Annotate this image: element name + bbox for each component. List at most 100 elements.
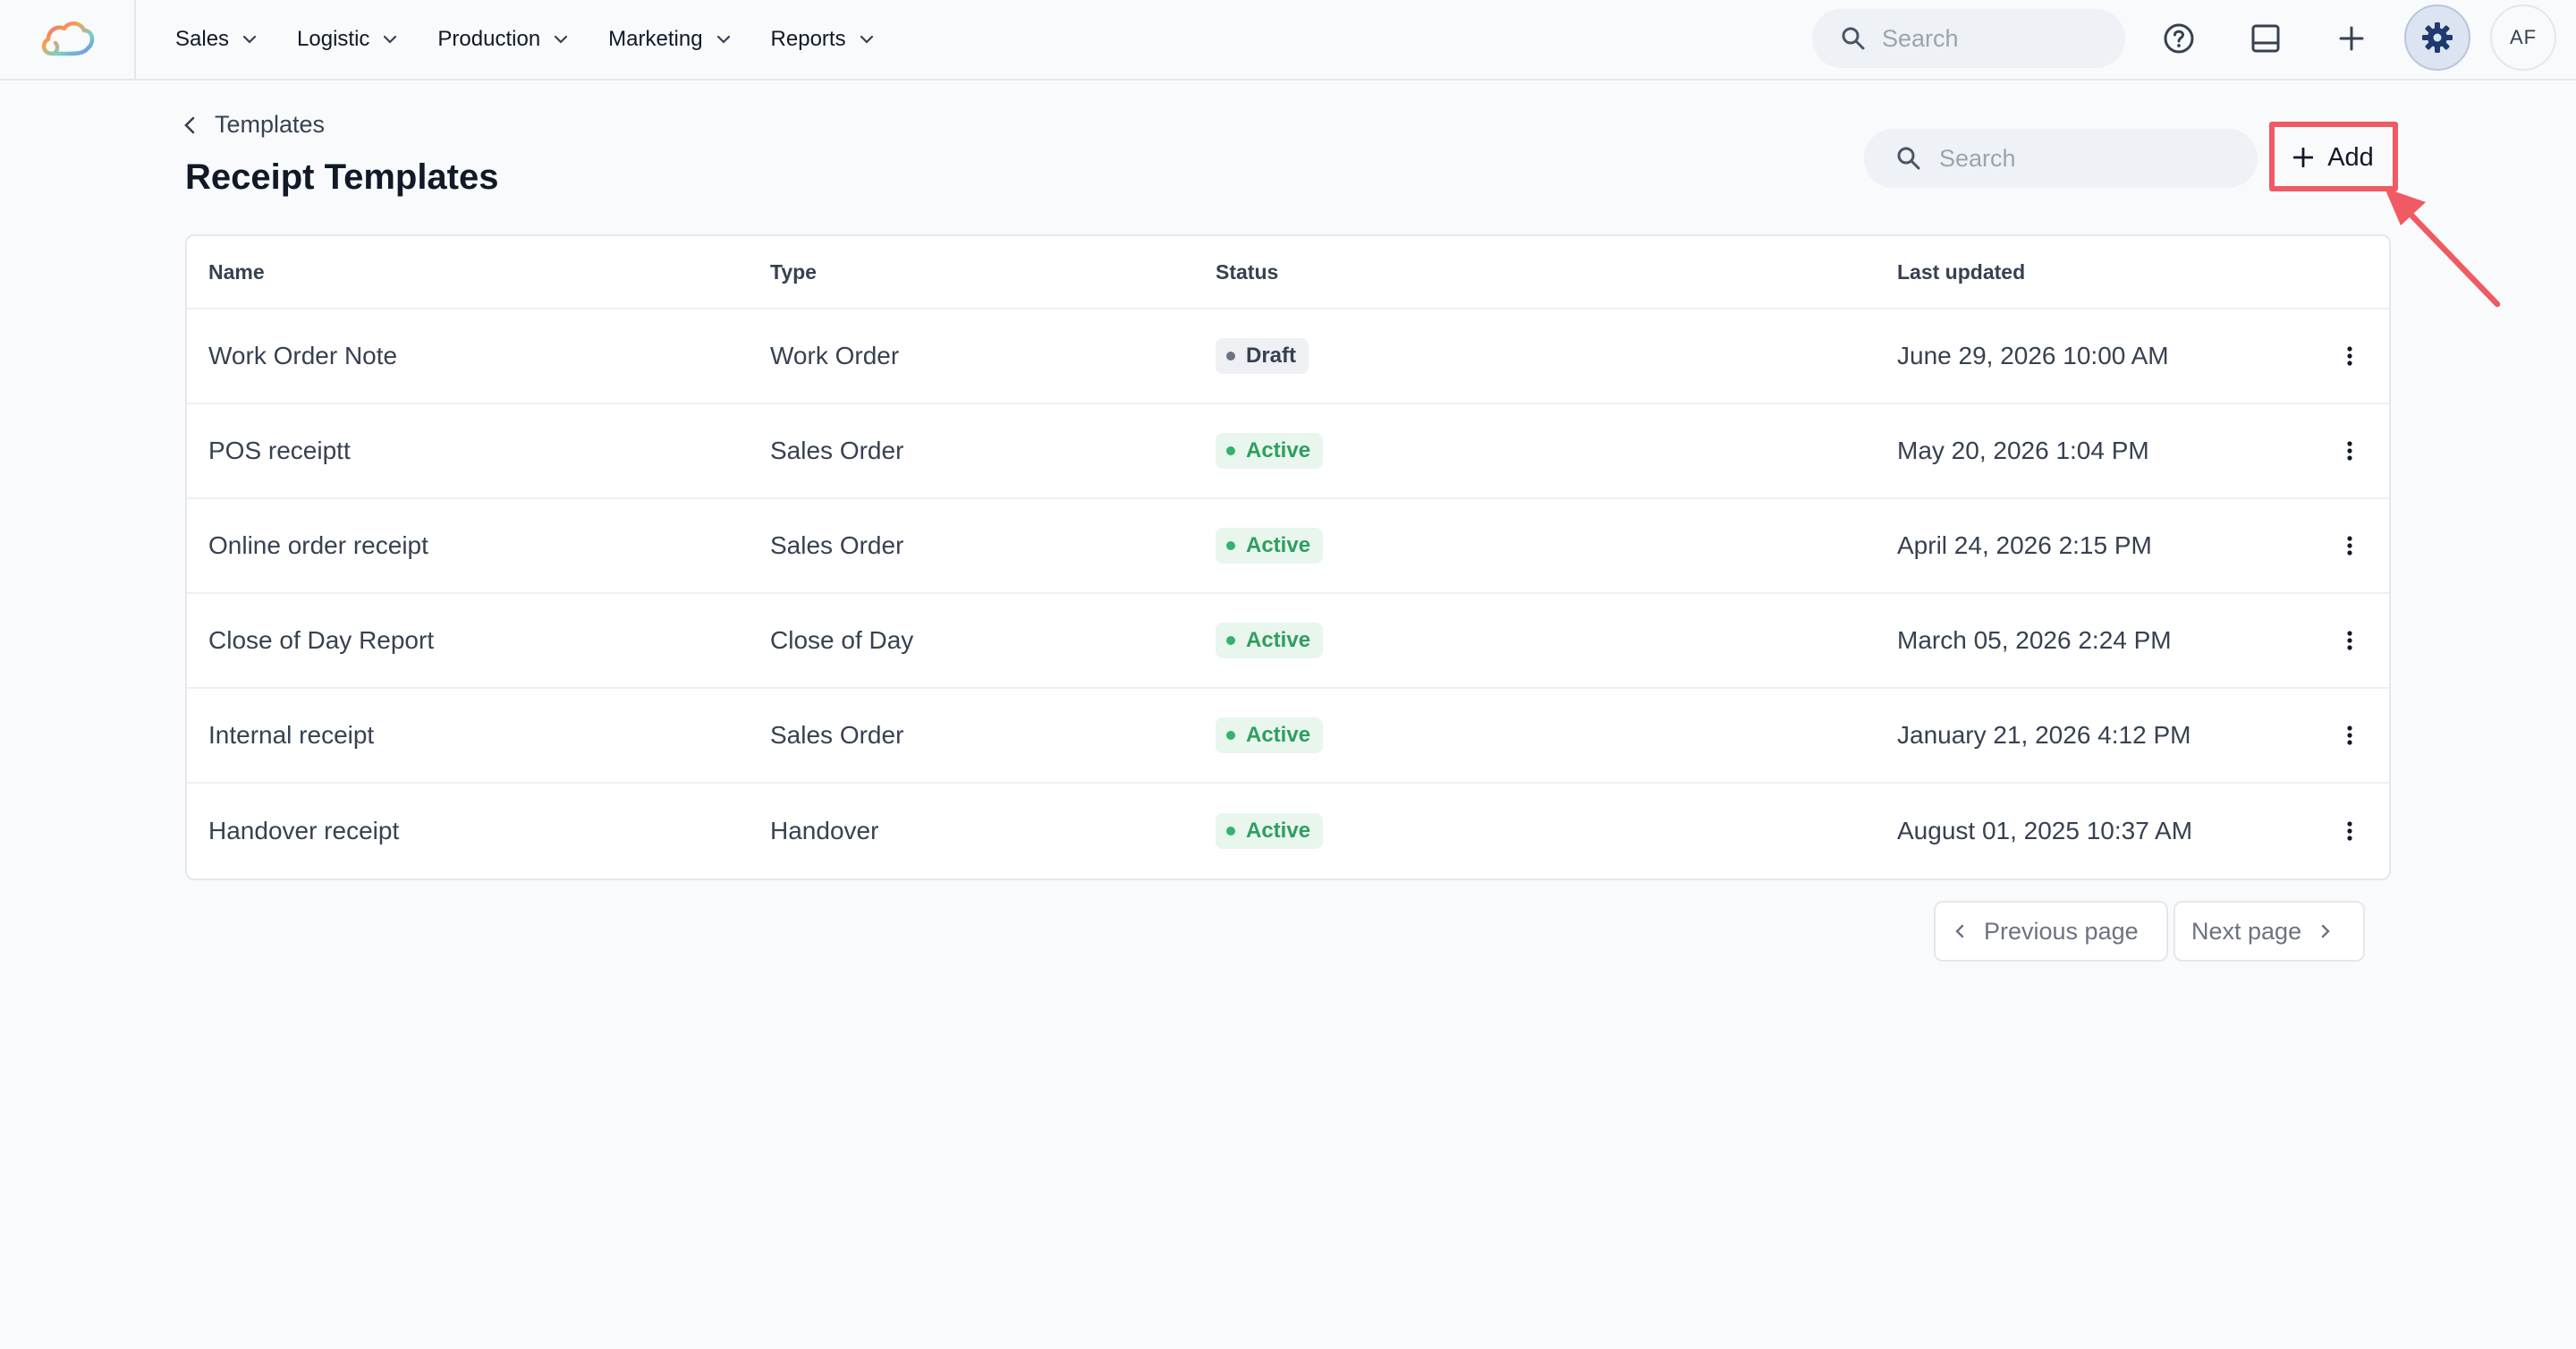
column-header-type[interactable]: Type xyxy=(770,260,817,284)
page-title: Receipt Templates xyxy=(185,157,499,197)
gear-icon xyxy=(2422,22,2453,53)
last-updated: June 29, 2026 10:00 AM xyxy=(1897,342,2169,369)
table-row[interactable]: Handover receipt Handover Active August … xyxy=(187,784,2389,878)
chevron-left-icon xyxy=(184,116,195,133)
row-actions-button[interactable] xyxy=(2332,717,2368,753)
create-button[interactable] xyxy=(2329,16,2374,61)
pagination: Previous page Next page xyxy=(1934,901,2365,962)
status-label: Active xyxy=(1246,438,1311,462)
last-updated: May 20, 2026 1:04 PM xyxy=(1897,437,2149,464)
status-badge: Draft xyxy=(1216,338,1309,374)
nav-production[interactable]: Production xyxy=(437,27,568,52)
table-header: Name Type Status Last updated xyxy=(187,236,2389,310)
last-updated: January 21, 2026 4:12 PM xyxy=(1897,721,2191,749)
chevron-down-icon xyxy=(860,35,873,44)
chevron-down-icon xyxy=(243,35,257,44)
annotation-arrow xyxy=(2385,188,2501,308)
template-name[interactable]: Work Order Note xyxy=(208,342,397,370)
main-menu: Sales Logistic Production Marketing Repo… xyxy=(175,27,914,52)
table-row[interactable]: Online order receipt Sales Order Active … xyxy=(187,499,2389,594)
status-badge: Active xyxy=(1216,433,1324,469)
nav-reports-label: Reports xyxy=(770,27,846,51)
breadcrumb-label: Templates xyxy=(215,111,326,138)
row-actions-button[interactable] xyxy=(2332,433,2368,469)
inbox-icon xyxy=(2251,24,2280,53)
status-dot xyxy=(1226,827,1235,836)
column-header-last-updated[interactable]: Last updated xyxy=(1897,260,2025,284)
previous-page-label: Previous page xyxy=(1984,917,2139,945)
app-logo[interactable] xyxy=(0,0,136,79)
nav-reports[interactable]: Reports xyxy=(771,27,873,52)
table-row[interactable]: Internal receipt Sales Order Active Janu… xyxy=(187,689,2389,784)
status-dot xyxy=(1226,352,1235,361)
user-avatar[interactable]: AF xyxy=(2490,4,2556,71)
global-search-input[interactable] xyxy=(1882,24,2097,53)
template-type: Work Order xyxy=(770,342,900,369)
nav-sales-label: Sales xyxy=(175,27,230,51)
status-dot xyxy=(1226,636,1235,645)
template-type: Sales Order xyxy=(770,531,904,559)
top-navigation-bar: Sales Logistic Production Marketing Repo… xyxy=(0,0,2576,81)
global-search[interactable] xyxy=(1812,9,2125,68)
row-actions-button[interactable] xyxy=(2332,528,2368,564)
template-type: Sales Order xyxy=(770,721,904,749)
template-search[interactable] xyxy=(1864,129,2258,188)
previous-page-button[interactable]: Previous page xyxy=(1934,901,2168,962)
help-button[interactable] xyxy=(2157,16,2201,61)
row-actions-button[interactable] xyxy=(2332,338,2368,374)
nav-marketing[interactable]: Marketing xyxy=(608,27,730,52)
status-badge: Active xyxy=(1216,528,1324,564)
status-badge: Active xyxy=(1216,813,1324,849)
template-name[interactable]: POS receiptt xyxy=(208,437,351,465)
nav-production-label: Production xyxy=(437,27,541,51)
search-icon xyxy=(1842,27,1865,50)
status-badge: Active xyxy=(1216,623,1324,658)
more-vertical-icon xyxy=(2347,821,2352,841)
templates-table: Name Type Status Last updated Work Order… xyxy=(185,234,2391,880)
template-name[interactable]: Close of Day Report xyxy=(208,626,434,655)
chevron-down-icon xyxy=(555,35,568,44)
last-updated: March 05, 2026 2:24 PM xyxy=(1897,626,2172,654)
nav-sales[interactable]: Sales xyxy=(175,27,257,52)
back-to-templates-link[interactable]: Templates xyxy=(184,111,325,139)
template-name[interactable]: Handover receipt xyxy=(208,817,399,845)
last-updated: April 24, 2026 2:15 PM xyxy=(1897,531,2152,559)
row-actions-button[interactable] xyxy=(2332,623,2368,658)
add-template-button[interactable]: Add xyxy=(2283,134,2385,181)
add-button-label: Add xyxy=(2327,142,2374,172)
more-vertical-icon xyxy=(2347,346,2352,366)
more-vertical-icon xyxy=(2347,725,2352,745)
settings-button[interactable] xyxy=(2404,4,2470,71)
status-dot xyxy=(1226,446,1235,455)
template-name[interactable]: Online order receipt xyxy=(208,531,428,560)
chevron-down-icon xyxy=(716,35,730,44)
more-vertical-icon xyxy=(2347,536,2352,556)
nav-marketing-label: Marketing xyxy=(608,27,703,51)
chevron-right-icon xyxy=(2321,924,2330,938)
table-row[interactable]: Work Order Note Work Order Draft June 29… xyxy=(187,310,2389,404)
next-page-label: Next page xyxy=(2191,917,2302,945)
template-type: Handover xyxy=(770,817,879,844)
inbox-button[interactable] xyxy=(2243,16,2288,61)
chevron-down-icon xyxy=(384,35,397,44)
template-search-input[interactable] xyxy=(1939,144,2225,173)
status-label: Active xyxy=(1246,819,1311,843)
next-page-button[interactable]: Next page xyxy=(2174,901,2365,962)
nav-logistic[interactable]: Logistic xyxy=(297,27,397,52)
table-row[interactable]: Close of Day Report Close of Day Active … xyxy=(187,594,2389,689)
row-actions-button[interactable] xyxy=(2332,813,2368,849)
search-icon xyxy=(1897,147,1920,170)
status-label: Active xyxy=(1246,723,1311,747)
cloud-logo-icon xyxy=(41,21,95,56)
template-name[interactable]: Internal receipt xyxy=(208,721,374,750)
status-label: Active xyxy=(1246,628,1311,652)
table-row[interactable]: POS receiptt Sales Order Active May 20, … xyxy=(187,404,2389,499)
column-header-name[interactable]: Name xyxy=(208,260,265,284)
more-vertical-icon xyxy=(2347,631,2352,650)
chevron-left-icon xyxy=(1955,924,1964,938)
last-updated: August 01, 2025 10:37 AM xyxy=(1897,817,2193,844)
status-dot xyxy=(1226,731,1235,740)
nav-logistic-label: Logistic xyxy=(297,27,370,51)
plus-icon xyxy=(2293,148,2314,167)
column-header-status[interactable]: Status xyxy=(1216,260,1278,284)
